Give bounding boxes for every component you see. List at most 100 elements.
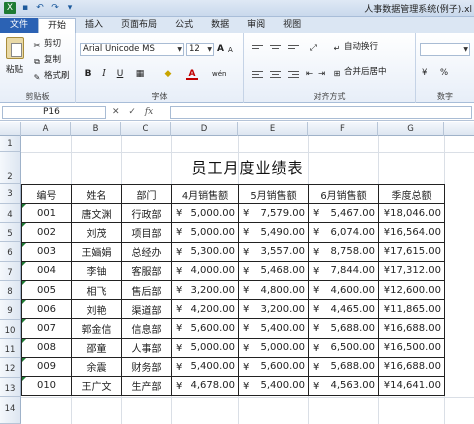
- cell-apr[interactable]: ¥3,200.00: [171, 279, 239, 301]
- cell-jun[interactable]: ¥6,500.00: [308, 337, 379, 358]
- cell-dept[interactable]: 售后部: [121, 279, 172, 301]
- underline-button[interactable]: U: [114, 68, 126, 80]
- format-painter-button[interactable]: ✎ 格式刷: [32, 71, 70, 83]
- redo-icon[interactable]: ↷: [49, 2, 61, 14]
- cut-button[interactable]: ✂ 剪切: [32, 39, 61, 51]
- bold-button[interactable]: B: [82, 68, 94, 80]
- font-name-select[interactable]: Arial Unicode MS ▼: [80, 43, 184, 56]
- sheet-title[interactable]: 员工月度业绩表: [21, 152, 474, 184]
- row-header-7[interactable]: 7: [0, 262, 21, 281]
- grow-font-button[interactable]: A: [217, 44, 224, 55]
- cell-jun[interactable]: ¥8,758.00: [308, 241, 379, 262]
- cell-name[interactable]: 郭金信: [71, 318, 122, 339]
- cell-may[interactable]: ¥5,000.00: [238, 337, 309, 358]
- cell-id[interactable]: 010: [21, 375, 72, 397]
- column-header-f[interactable]: F: [308, 122, 378, 136]
- cell-total[interactable]: ¥16,500.00: [378, 337, 445, 358]
- cell-apr[interactable]: ¥5,600.00: [171, 318, 239, 339]
- cell-apr[interactable]: ¥5,000.00: [171, 203, 239, 224]
- cell-id[interactable]: 004: [21, 260, 72, 281]
- align-bottom-icon[interactable]: [288, 45, 299, 54]
- align-right-icon[interactable]: [288, 71, 299, 80]
- cell-dept[interactable]: 信息部: [121, 318, 172, 339]
- paste-button[interactable]: 粘贴: [6, 65, 23, 76]
- cell-apr[interactable]: ¥5,300.00: [171, 241, 239, 262]
- cell-apr[interactable]: ¥5,400.00: [171, 356, 239, 377]
- cell-id[interactable]: 006: [21, 299, 72, 320]
- row-header-10[interactable]: 10: [0, 320, 21, 339]
- insert-function-button[interactable]: fx: [145, 107, 153, 117]
- header-name[interactable]: 姓名: [71, 183, 122, 205]
- cell-apr[interactable]: ¥5,000.00: [171, 337, 239, 358]
- row-header-14[interactable]: 14: [0, 397, 21, 424]
- column-header-a[interactable]: A: [21, 122, 71, 136]
- cell-id[interactable]: 009: [21, 356, 72, 377]
- column-header-b[interactable]: B: [71, 122, 121, 136]
- formula-input[interactable]: [170, 106, 472, 119]
- paste-icon[interactable]: [6, 37, 24, 59]
- header-may[interactable]: 5月销售额: [238, 183, 309, 205]
- cell-dept[interactable]: 项目部: [121, 222, 172, 243]
- cell-jun[interactable]: ¥4,465.00: [308, 299, 379, 320]
- cell-jun[interactable]: ¥4,600.00: [308, 279, 379, 301]
- cell-name[interactable]: 邵童: [71, 337, 122, 358]
- column-header-c[interactable]: C: [121, 122, 171, 136]
- currency-button[interactable]: ¥: [422, 68, 427, 79]
- column-header-e[interactable]: E: [238, 122, 308, 136]
- font-color-button[interactable]: A: [186, 68, 198, 80]
- cell-id[interactable]: 007: [21, 318, 72, 339]
- undo-icon[interactable]: ↶: [34, 2, 46, 14]
- row-header-12[interactable]: 12: [0, 358, 21, 378]
- cell-total[interactable]: ¥17,312.00: [378, 260, 445, 281]
- row-header-3[interactable]: 3: [0, 184, 21, 204]
- tab-file[interactable]: 文件: [0, 18, 39, 33]
- cell-jun[interactable]: ¥4,563.00: [308, 375, 379, 397]
- cell-may[interactable]: ¥5,400.00: [238, 318, 309, 339]
- cell-id[interactable]: 008: [21, 337, 72, 358]
- cell-name[interactable]: 余震: [71, 356, 122, 377]
- cell-may[interactable]: ¥5,490.00: [238, 222, 309, 243]
- row-header-1[interactable]: 1: [0, 136, 21, 152]
- align-left-icon[interactable]: [252, 71, 263, 80]
- cell-may[interactable]: ¥5,400.00: [238, 375, 309, 397]
- row-header-9[interactable]: 9: [0, 300, 21, 320]
- column-header-g[interactable]: G: [378, 122, 444, 136]
- cell-jun[interactable]: ¥5,688.00: [308, 356, 379, 377]
- cell-total[interactable]: ¥12,600.00: [378, 279, 445, 301]
- italic-button[interactable]: I: [98, 68, 110, 80]
- tab-review[interactable]: 审阅: [238, 18, 274, 33]
- cell-total[interactable]: ¥14,641.00: [378, 375, 445, 397]
- cell-apr[interactable]: ¥4,678.00: [171, 375, 239, 397]
- copy-button[interactable]: ⧉ 复制: [32, 55, 61, 67]
- row-header-2[interactable]: 2: [0, 152, 21, 184]
- cell-name[interactable]: 刘茂: [71, 222, 122, 243]
- cell-may[interactable]: ¥3,200.00: [238, 299, 309, 320]
- row-header-6[interactable]: 6: [0, 242, 21, 262]
- cell-jun[interactable]: ¥7,844.00: [308, 260, 379, 281]
- cell-dept[interactable]: 财务部: [121, 356, 172, 377]
- cell-total[interactable]: ¥18,046.00: [378, 203, 445, 224]
- enter-icon[interactable]: ✓: [128, 107, 136, 117]
- tab-home[interactable]: 开始: [38, 18, 77, 33]
- cell-name[interactable]: 唐文渊: [71, 203, 122, 224]
- save-icon[interactable]: ▪: [19, 2, 31, 14]
- cell-dept[interactable]: 客服部: [121, 260, 172, 281]
- fill-color-icon[interactable]: ◆: [162, 68, 174, 80]
- row-header-8[interactable]: 8: [0, 281, 21, 300]
- cell-name[interactable]: 相飞: [71, 279, 122, 301]
- decrease-indent-icon[interactable]: ⇤: [306, 69, 313, 80]
- borders-icon[interactable]: ▦: [134, 68, 146, 80]
- cell-dept[interactable]: 总经办: [121, 241, 172, 262]
- tab-view[interactable]: 视图: [274, 18, 310, 33]
- phonetic-button[interactable]: wén: [212, 69, 226, 80]
- cell-may[interactable]: ¥4,800.00: [238, 279, 309, 301]
- cell-apr[interactable]: ¥4,200.00: [171, 299, 239, 320]
- cell-id[interactable]: 005: [21, 279, 72, 301]
- select-all-button[interactable]: [0, 122, 21, 136]
- shrink-font-button[interactable]: A: [228, 45, 233, 56]
- cell-total[interactable]: ¥16,688.00: [378, 356, 445, 377]
- cell-apr[interactable]: ¥5,000.00: [171, 222, 239, 243]
- cell-name[interactable]: 李铀: [71, 260, 122, 281]
- header-dept[interactable]: 部门: [121, 183, 172, 205]
- align-middle-icon[interactable]: [270, 45, 281, 54]
